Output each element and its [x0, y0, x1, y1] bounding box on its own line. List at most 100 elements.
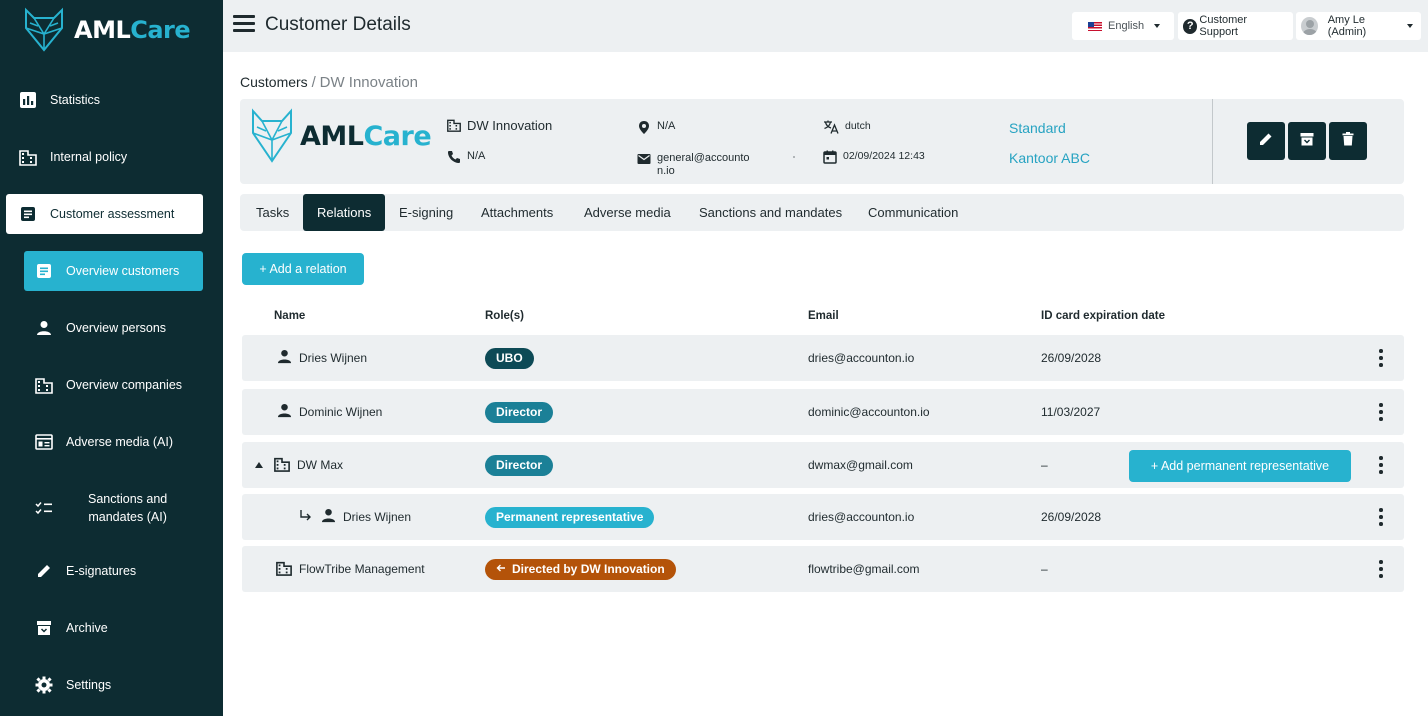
language-selector[interactable]: English — [1072, 12, 1174, 40]
pencil-icon — [34, 561, 54, 581]
table-row[interactable]: Dries Wijnen UBO dries@accounton.io 26/0… — [242, 335, 1404, 381]
pencil-icon — [1259, 132, 1273, 151]
tab-sanctions-and-mandates[interactable]: Sanctions and mandates — [699, 194, 842, 231]
table-row[interactable]: Dominic Wijnen Director dominic@accounto… — [242, 389, 1404, 435]
sidebar-item-label: Archive — [66, 621, 108, 635]
plan-link[interactable]: Standard — [1009, 120, 1066, 136]
more-options-icon[interactable] — [1378, 508, 1384, 526]
expiry-cell: 11/03/2027 — [1041, 405, 1101, 419]
avatar — [1301, 17, 1318, 35]
email-cell: dwmax@gmail.com — [808, 458, 913, 472]
trash-icon — [1342, 131, 1354, 151]
role-badge: Director — [485, 454, 554, 476]
sidebar-item-overview-companies[interactable]: Overview companies — [34, 375, 182, 395]
location-value: N/A — [657, 120, 676, 132]
tab-e-signing[interactable]: E-signing — [399, 194, 453, 231]
relation-name[interactable]: Dries Wijnen — [299, 351, 367, 365]
sidebar-item-label: Overview customers — [66, 264, 180, 278]
date-value: 02/09/2024 12:43 — [843, 150, 925, 162]
breadcrumb-separator: / — [311, 74, 316, 91]
tab-relations[interactable]: Relations — [303, 194, 386, 231]
relation-name[interactable]: Dries Wijnen — [343, 510, 411, 524]
sidebar-item-label: Overview companies — [66, 378, 183, 392]
user-name: Amy Le (Admin) — [1327, 14, 1367, 38]
sidebar-item-statistics[interactable]: Statistics — [18, 90, 100, 110]
brand-name: AMLCare — [74, 16, 191, 44]
more-options-icon[interactable] — [1378, 403, 1384, 421]
sidebar-item-archive[interactable]: Archive — [34, 618, 108, 638]
language-label: English — [1108, 20, 1145, 32]
header-divider — [1212, 99, 1213, 184]
location-info: N/A — [637, 120, 675, 134]
newspaper-icon — [34, 432, 54, 452]
delete-button[interactable] — [1329, 122, 1367, 160]
expiry-cell: – — [1041, 562, 1048, 576]
add-relation-button[interactable]: + Add a relation — [242, 253, 364, 285]
sidebar-item-sanctions[interactable]: Sanctions and mandates (AI) — [34, 490, 167, 526]
tab-attachments[interactable]: Attachments — [481, 194, 553, 231]
building-icon — [447, 118, 461, 132]
breadcrumb-customers[interactable]: Customers — [240, 74, 308, 90]
help-icon: ? — [1183, 18, 1198, 34]
relation-name[interactable]: Dominic Wijnen — [299, 405, 382, 419]
hamburger-menu-icon[interactable] — [233, 15, 255, 33]
role-badge: Permanent representative — [485, 506, 655, 528]
sidebar-item-e-signatures[interactable]: E-signatures — [34, 561, 136, 581]
bar-chart-icon — [18, 90, 38, 110]
tab-adverse-media[interactable]: Adverse media — [584, 194, 671, 231]
table-row[interactable]: FlowTribe Management Directed by DW Inno… — [242, 546, 1404, 592]
sidebar-item-customer-assessment[interactable]: Customer assessment — [6, 194, 203, 234]
more-options-icon[interactable] — [1378, 456, 1384, 474]
page-title: Customer Details — [265, 14, 411, 35]
brand-logo[interactable]: AMLCare — [20, 6, 191, 54]
sidebar-item-label: Customer assessment — [50, 207, 175, 221]
column-header-roles: Role(s) — [485, 310, 524, 322]
name-cell: Dominic Wijnen — [277, 389, 382, 435]
sidebar-item-settings[interactable]: Settings — [34, 675, 111, 695]
tab-communication[interactable]: Communication — [868, 194, 958, 231]
chevron-down-icon — [1154, 24, 1161, 28]
table-row[interactable]: Dries Wijnen Permanent representative dr… — [242, 494, 1404, 540]
table-row[interactable]: DW Max Director dwmax@gmail.com – + Add … — [242, 442, 1404, 488]
building-icon — [276, 560, 292, 579]
edit-button[interactable] — [1247, 122, 1285, 160]
person-icon — [277, 403, 292, 421]
date-info: 02/09/2024 12:43 — [823, 150, 925, 164]
sidebar-item-label: Internal policy — [50, 150, 128, 164]
role-badge: UBO — [485, 347, 534, 369]
sidebar-item-label: Adverse media (AI) — [66, 435, 173, 449]
tab-tasks[interactable]: Tasks — [256, 194, 289, 231]
fox-shield-icon — [252, 108, 292, 163]
sidebar-item-adverse-media[interactable]: Adverse media (AI) — [34, 432, 173, 452]
user-menu[interactable]: Amy Le (Admin) — [1296, 12, 1421, 40]
fox-shield-icon — [25, 7, 63, 52]
sidebar-item-overview-persons[interactable]: Overview persons — [34, 318, 166, 338]
sidebar-item-overview-customers[interactable]: Overview customers — [24, 251, 203, 291]
sidebar: AMLCare Statistics Internal policy Custo… — [0, 0, 223, 716]
sidebar-item-label: Overview persons — [66, 321, 167, 335]
phone-icon — [447, 150, 461, 164]
more-options-icon[interactable] — [1378, 560, 1384, 578]
email-cell: flowtribe@gmail.com — [808, 562, 920, 576]
caret-up-icon[interactable] — [255, 462, 263, 468]
office-link[interactable]: Kantoor ABC — [1009, 150, 1090, 166]
customer-support-button[interactable]: ? Customer Support — [1178, 12, 1293, 40]
document-icon — [34, 261, 54, 281]
more-options-icon[interactable] — [1378, 349, 1384, 367]
building-icon — [18, 147, 38, 167]
calendar-icon — [823, 150, 837, 164]
role-cell: UBO — [485, 335, 534, 381]
add-permanent-representative-button[interactable]: + Add permanent representative — [1129, 450, 1351, 482]
translate-icon — [823, 120, 839, 134]
top-bar: Customer Details English ? Customer Supp… — [223, 0, 1428, 52]
relation-name[interactable]: DW Max — [297, 458, 343, 472]
name-cell: Dries Wijnen — [277, 335, 367, 381]
relation-name[interactable]: FlowTribe Management — [299, 562, 425, 576]
breadcrumb: Customers / DW Innovation — [240, 74, 418, 91]
sidebar-item-internal-policy[interactable]: Internal policy — [18, 147, 127, 167]
email-cell: dries@accounton.io — [808, 351, 915, 365]
archive-button[interactable] — [1288, 122, 1326, 160]
us-flag-icon — [1088, 21, 1102, 31]
support-label: Customer Support — [1199, 14, 1248, 38]
role-badge: Director — [485, 401, 554, 423]
